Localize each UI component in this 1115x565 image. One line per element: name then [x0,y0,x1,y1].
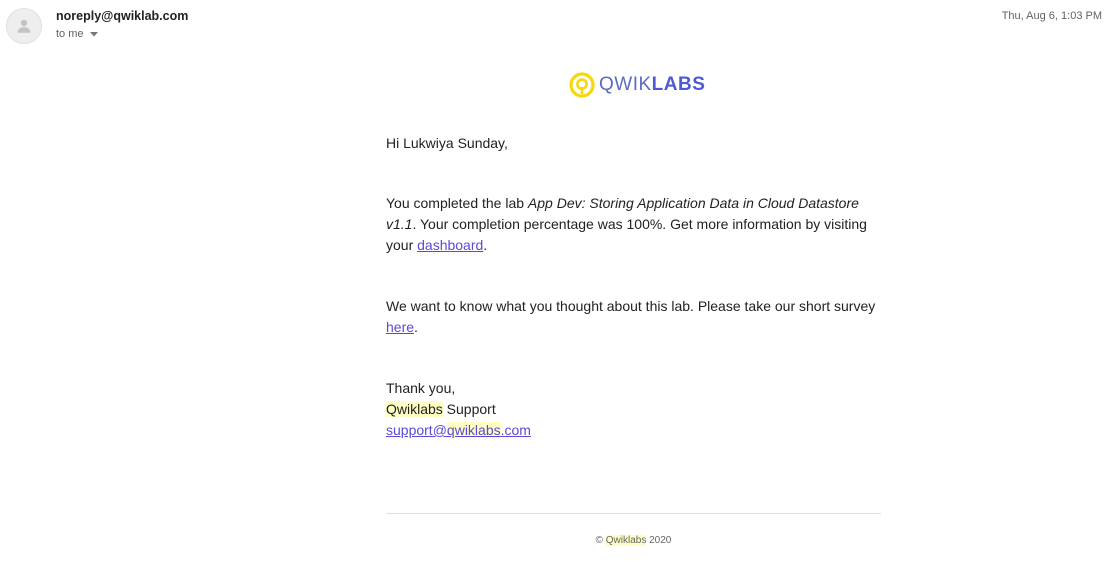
email-header: noreply@qwiklab.com to me Thu, Aug 6, 1:… [0,0,1115,56]
email-body: Hi Lukwiya Sunday, You completed the lab… [386,133,884,441]
completion-paragraph: You completed the lab App Dev: Storing A… [386,193,884,256]
survey-link[interactable]: here [386,319,414,335]
completion-prefix: You completed the lab [386,195,528,211]
chevron-down-icon [89,31,98,36]
support-email-link[interactable]: support@qwiklabs.com [386,422,531,438]
footer-year: 2020 [649,535,672,546]
signature-suffix: Support [442,401,496,417]
dashboard-link[interactable]: dashboard [417,237,483,253]
recipient-label: to me [56,28,84,40]
qwiklabs-logo: QWIKLABS [569,72,705,98]
recipient-details-toggle[interactable]: to me [56,28,98,40]
person-icon [17,19,31,33]
logo-labs: LABS [651,74,706,95]
footer-divider [386,513,881,514]
period: . [483,237,488,253]
thanks-text: Thank you, [386,380,456,396]
copyright-symbol: © [595,535,603,546]
logo-wordmark: QWIKLABS [599,74,705,96]
sender-address[interactable]: noreply@qwiklab.com [56,9,188,23]
sender-avatar[interactable] [6,8,42,44]
signature-brand: Qwiklabs [386,401,443,417]
support-email-tld: .com [500,422,531,438]
support-email-user: support@ [386,422,447,438]
survey-prefix: We want to know what you thought about t… [386,298,876,314]
footer-brand: Qwiklabs [605,535,647,546]
logo-qwik: QWIK [599,74,652,95]
greeting: Hi Lukwiya Sunday, [386,135,508,151]
period: . [414,319,418,335]
survey-paragraph: We want to know what you thought about t… [386,296,884,338]
signature: Thank you, Qwiklabs Support support@qwik… [386,378,884,441]
support-email-brand: qwiklabs [446,422,501,438]
qwiklabs-logo-icon [569,72,595,98]
footer-copyright: © Qwiklabs 2020 [386,535,881,546]
email-date: Thu, Aug 6, 1:03 PM [1001,10,1102,22]
